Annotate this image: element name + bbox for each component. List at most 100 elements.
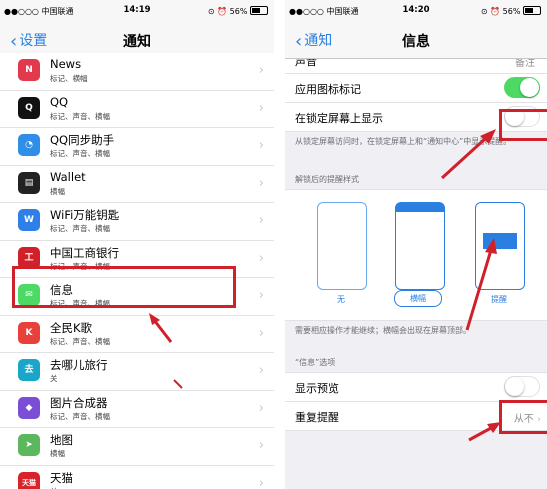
app-row[interactable]: K 全民K歌 标记、声音、横幅 ›: [0, 315, 274, 353]
chevron-right-icon: ›: [258, 363, 264, 378]
style-banner-label[interactable]: 横幅: [394, 290, 442, 307]
app-name: News: [50, 57, 82, 71]
battery-percent: 56%: [502, 7, 521, 16]
lock-rotation-icon: ⊙: [207, 7, 215, 16]
repeat-alert-label: 重复提醒: [295, 411, 339, 424]
app-name: Wallet: [50, 169, 86, 184]
app-notification-summary: 横幅: [50, 186, 65, 196]
banner-strip: [396, 203, 444, 212]
battery-percent: 56%: [229, 7, 248, 16]
highlight-box-preview-toggle: [499, 400, 547, 434]
app-name: 全民K歌: [50, 320, 93, 335]
chevron-right-icon: ›: [258, 400, 264, 416]
app-row[interactable]: W WiFi万能钥匙标记、声音、横幅 ›: [0, 203, 274, 241]
app-name: 去哪儿旅行: [50, 358, 108, 372]
app-row[interactable]: 去去哪儿旅行关 ›: [0, 353, 274, 391]
red-arrow-banner: [465, 238, 497, 331]
app-row[interactable]: ◆ 图片合成器 标记、声音、横幅 ›: [0, 390, 274, 428]
app-name: 天猫: [50, 470, 73, 485]
battery-icon: [250, 6, 268, 15]
alert-style-header: 解锁后的提醒样式: [295, 175, 359, 184]
show-preview-row: 显示预览: [285, 372, 547, 402]
sound-label: 声音: [295, 59, 317, 68]
lock-rotation-icon: ⊙: [480, 7, 488, 16]
app-notification-summary: 标记、声音、横幅: [50, 411, 110, 421]
red-arrow-annotation: [149, 313, 173, 343]
alert-style-picker: 无 横幅 提醒: [285, 189, 547, 321]
lock-screen-label: 在锁定屏幕上显示: [295, 112, 383, 125]
wifi-key-icon: W: [18, 209, 40, 231]
red-arrow-small: [173, 379, 183, 389]
news-icon: N: [18, 59, 40, 81]
toggle-knob: [520, 78, 539, 97]
maps-icon: ➤: [18, 434, 40, 456]
app-row[interactable]: Q QQ 标记、声音、横幅 ›: [0, 90, 274, 128]
qq-sync-icon: ◔: [18, 134, 40, 156]
app-notification-summary: 标记、声音、横幅: [50, 149, 110, 158]
page-title: 通知: [123, 34, 151, 50]
page-title: 信息: [402, 34, 430, 50]
app-row[interactable]: N News 标记、横幅 ›: [0, 53, 274, 91]
app-row[interactable]: 天猫天猫关›: [0, 465, 274, 489]
app-notification-summary: 标记、横幅: [50, 74, 88, 83]
sound-value: 备注: [515, 59, 535, 69]
app-name: 图片合成器: [50, 395, 108, 410]
wallet-icon: ▤: [18, 171, 40, 194]
app-notification-summary: 标记、声音、横幅: [50, 111, 110, 121]
kge-icon: K: [18, 321, 40, 344]
app-row[interactable]: ▤ Wallet 横幅 ›: [0, 165, 274, 203]
red-arrow-preview: [468, 422, 501, 442]
tmall-icon: 天猫: [18, 471, 40, 489]
style-note: 需要相应操作才能继续；横幅会出现在屏幕顶部。: [295, 326, 471, 335]
chevron-right-icon: ›: [258, 438, 264, 453]
app-name: QQ: [50, 94, 69, 109]
alarm-icon: ⏰: [217, 7, 228, 16]
chevron-right-icon: ›: [258, 138, 264, 153]
style-banner-preview[interactable]: [395, 202, 445, 290]
qunar-icon: 去: [18, 359, 40, 381]
notifications-screen: ●●○○○ 中国联通 14:19 ⊙ ⏰ 56% ‹ 设置 通知 N News 标记、…: [0, 0, 274, 489]
status-bar: ●●○○○ 中国联通 14:19 ⊙ ⏰ 56%: [0, 0, 274, 20]
battery-status: ⊙ ⏰ 56%: [208, 6, 268, 16]
app-name: 中国工商银行: [50, 245, 119, 260]
app-row[interactable]: ➤ 地图横幅 ›: [0, 428, 274, 466]
battery-icon: [523, 6, 541, 15]
chevron-right-icon: ›: [258, 100, 264, 116]
chevron-right-icon: ›: [258, 475, 264, 489]
options-header: “信息”选项: [295, 358, 336, 367]
chevron-right-icon: ›: [258, 63, 264, 78]
chevron-right-icon: ›: [258, 175, 264, 191]
highlight-box-lock-toggle: [499, 109, 547, 141]
battery-status: ⊙ ⏰ 56%: [481, 6, 541, 16]
badge-toggle[interactable]: [504, 77, 540, 98]
status-bar: ●●○○○ 中国联通 14:20 ⊙ ⏰ 56%: [285, 0, 547, 20]
show-preview-toggle[interactable]: [504, 376, 540, 397]
style-none-preview[interactable]: [317, 202, 367, 290]
chevron-right-icon: ›: [258, 325, 264, 341]
app-notification-summary: 关: [50, 374, 58, 383]
app-notification-summary: 标记、声音、横幅: [50, 224, 110, 233]
show-preview-label: 显示预览: [295, 382, 339, 395]
messages-notification-settings: ●●○○○ 中国联通 14:20 ⊙ ⏰ 56% ‹ 通知 信息 声音 备注 应用…: [285, 0, 547, 489]
chevron-right-icon: ›: [258, 288, 264, 303]
nav-bar: ‹ 通知 信息: [285, 20, 547, 59]
qq-icon: Q: [18, 96, 40, 119]
app-name: 地图: [50, 433, 73, 447]
app-name: WiFi万能钥匙: [50, 208, 120, 222]
chevron-right-icon: ›: [258, 213, 264, 228]
red-arrow-lock: [440, 129, 496, 180]
app-notification-summary: 横幅: [50, 449, 65, 458]
highlight-box-messages: [12, 266, 236, 308]
photo-merge-icon: ◆: [18, 396, 40, 419]
chevron-right-icon: ›: [258, 250, 264, 266]
app-notification-summary: 标记、声音、横幅: [50, 336, 110, 346]
app-name: QQ同步助手: [50, 133, 115, 147]
sound-row[interactable]: 声音 备注: [285, 59, 547, 74]
app-notification-summary: 关: [50, 486, 58, 489]
toggle-knob: [505, 377, 524, 396]
app-row[interactable]: ◔ QQ同步助手标记、声音、横幅 ›: [0, 128, 274, 166]
style-none-label: 无: [337, 295, 345, 304]
badge-label: 应用图标标记: [295, 83, 361, 96]
alarm-icon: ⏰: [490, 7, 501, 16]
badge-row: 应用图标标记: [285, 74, 547, 103]
